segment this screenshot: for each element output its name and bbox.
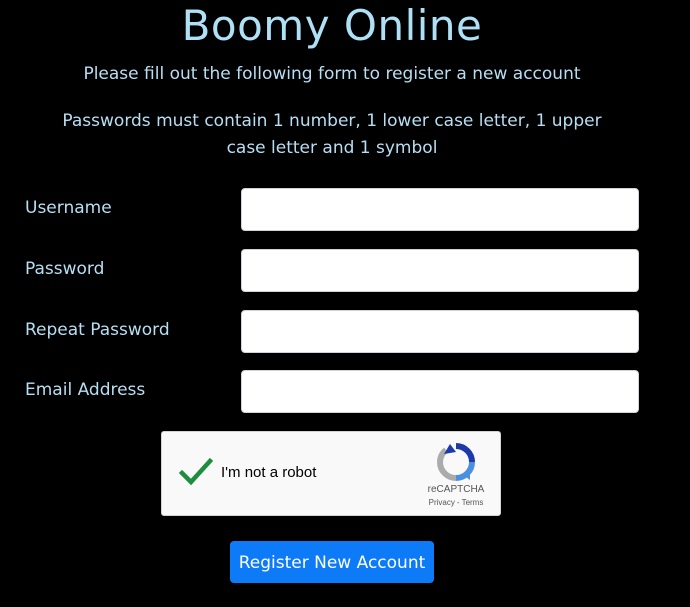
- checkmark-icon: [178, 457, 214, 486]
- recaptcha-links: Privacy - Terms: [412, 498, 500, 508]
- recaptcha-logo-icon: [437, 443, 475, 481]
- recaptcha-checkbox[interactable]: [178, 454, 214, 490]
- password-label: Password: [25, 259, 105, 279]
- repeat-password-label: Repeat Password: [25, 320, 170, 340]
- repeat-password-input[interactable]: [241, 310, 639, 353]
- page-subtitle: Please fill out the following form to re…: [83, 64, 581, 84]
- links-separator: -: [456, 498, 460, 507]
- email-input[interactable]: [241, 370, 639, 413]
- privacy-link[interactable]: Privacy: [429, 498, 455, 507]
- recaptcha-label: I'm not a robot: [221, 464, 317, 481]
- repeat-password-row: Repeat Password: [25, 310, 639, 353]
- recaptcha-brand: reCAPTCHA: [427, 484, 485, 495]
- username-input[interactable]: [241, 188, 639, 231]
- email-row: Email Address: [25, 370, 639, 413]
- page-title: Boomy Online: [181, 1, 483, 50]
- recaptcha-widget: I'm not a robot reCAPTCHA Privacy - Terms: [161, 431, 501, 516]
- password-row: Password: [25, 249, 639, 292]
- username-row: Username: [25, 188, 639, 231]
- password-input[interactable]: [241, 249, 639, 292]
- email-label: Email Address: [25, 380, 146, 400]
- terms-link[interactable]: Terms: [462, 498, 484, 507]
- username-label: Username: [25, 198, 112, 218]
- password-rules-text: Passwords must contain 1 number, 1 lower…: [62, 111, 602, 158]
- register-button[interactable]: Register New Account: [230, 541, 434, 583]
